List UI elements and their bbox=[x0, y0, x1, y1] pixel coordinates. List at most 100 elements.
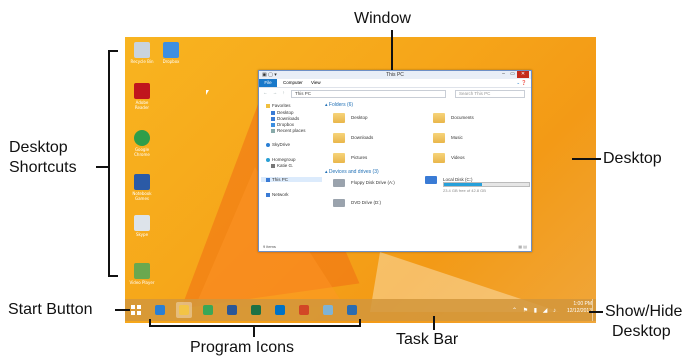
pointer-line bbox=[391, 30, 393, 70]
disk-free-space: 23.4 GB free of 42.8 GB bbox=[443, 188, 486, 193]
desktop-shortcut-recycle-bin[interactable]: Recycle Bin bbox=[129, 42, 155, 64]
file-explorer-icon bbox=[179, 305, 189, 315]
show-desktop-button[interactable] bbox=[592, 299, 596, 321]
search-input[interactable]: Search This PC bbox=[455, 90, 525, 98]
network-icon bbox=[266, 192, 270, 197]
taskbar-program-button[interactable] bbox=[344, 302, 360, 318]
folder-pictures[interactable]: Pictures bbox=[333, 153, 367, 163]
nav-homegroup[interactable]: Homegroup bbox=[266, 157, 296, 162]
folders-section-header[interactable]: ▴ Folders (6) bbox=[325, 102, 353, 108]
outlook-icon bbox=[275, 305, 285, 315]
folder-music[interactable]: Music bbox=[433, 133, 463, 143]
view-toggle-icon[interactable]: ▦ ▤ bbox=[518, 244, 527, 249]
dvd-drive-icon bbox=[333, 199, 345, 207]
label-program-icons: Program Icons bbox=[190, 339, 295, 356]
ribbon-tabs: File Computer View ⌄ ❓ bbox=[259, 79, 531, 88]
folder-icon bbox=[333, 113, 345, 123]
taskbar-program-button[interactable] bbox=[152, 302, 168, 318]
folder-documents[interactable]: Documents bbox=[433, 113, 474, 123]
taskbar-program-button[interactable] bbox=[320, 302, 336, 318]
word-icon bbox=[227, 305, 237, 315]
devices-section-header[interactable]: ▴ Devices and drives (3) bbox=[325, 169, 379, 175]
folder-videos[interactable]: Videos bbox=[433, 153, 465, 163]
taskbar-program-button[interactable] bbox=[200, 302, 216, 318]
address-bar[interactable]: This PC bbox=[291, 90, 446, 98]
help-icon[interactable]: ⌄ ❓ bbox=[516, 80, 527, 86]
bracket-line bbox=[108, 275, 118, 277]
file-explorer-window[interactable]: ▣ ▢ ▾ This PC – ▭ ✕ File Computer View ⌄… bbox=[258, 70, 532, 252]
powerpoint-icon bbox=[299, 305, 309, 315]
pointer-line bbox=[115, 309, 130, 311]
start-button[interactable] bbox=[128, 302, 144, 318]
mouse-cursor-icon bbox=[206, 90, 209, 95]
desktop-shortcut-adobe-reader[interactable]: Adobe Reader bbox=[129, 83, 155, 110]
folder-icon bbox=[433, 133, 445, 143]
drive-dvd[interactable]: DVD Drive (D:) bbox=[333, 199, 381, 207]
folder-icon bbox=[433, 153, 445, 163]
user-icon bbox=[271, 163, 275, 168]
dropbox-icon bbox=[163, 42, 179, 58]
lync-icon bbox=[347, 305, 357, 315]
label-show-hide-line2: Desktop bbox=[612, 323, 671, 340]
tray-icons[interactable]: ⌃ ⚑ ▮ ◢ ♪ bbox=[512, 307, 558, 314]
cloud-icon bbox=[266, 142, 270, 147]
nav-user[interactable]: Katie G. bbox=[271, 163, 293, 168]
bracket-line bbox=[149, 319, 151, 327]
nav-downloads[interactable]: Downloads bbox=[271, 116, 299, 121]
chrome-icon bbox=[134, 130, 150, 146]
label-desktop-shortcuts-line2: Shortcuts bbox=[9, 159, 77, 176]
label-show-hide-line1: Show/Hide bbox=[605, 303, 683, 320]
internet-explorer-icon bbox=[155, 305, 165, 315]
label-window: Window bbox=[354, 10, 411, 27]
folder-icon bbox=[333, 133, 345, 143]
close-button[interactable]: ✕ bbox=[517, 71, 529, 78]
taskbar-program-button[interactable] bbox=[248, 302, 264, 318]
photo-icon bbox=[323, 305, 333, 315]
folder-desktop[interactable]: Desktop bbox=[333, 113, 368, 123]
label-desktop: Desktop bbox=[603, 150, 662, 167]
nav-this-pc[interactable]: This PC bbox=[261, 177, 322, 182]
recycle-bin-icon bbox=[134, 42, 150, 58]
nav-network[interactable]: Network bbox=[266, 192, 289, 197]
status-bar: 9 items ▦ ▤ bbox=[263, 244, 527, 249]
nav-favorites[interactable]: Favorites bbox=[266, 103, 291, 108]
taskbar[interactable]: ⌃ ⚑ ▮ ◢ ♪ 1:00 PM 12/12/2013 bbox=[125, 299, 596, 321]
drive-floppy[interactable]: Floppy Disk Drive (A:) bbox=[333, 179, 395, 187]
window-titlebar[interactable]: ▣ ▢ ▾ This PC – ▭ ✕ bbox=[259, 71, 531, 79]
desktop-shortcut-video-player[interactable]: Video Player bbox=[129, 263, 155, 285]
folder-icon bbox=[433, 113, 445, 123]
bracket-line bbox=[359, 319, 361, 327]
dropbox-icon bbox=[271, 122, 275, 127]
star-icon bbox=[266, 103, 270, 108]
maximize-button[interactable]: ▭ bbox=[508, 71, 517, 78]
hard-drive-icon bbox=[425, 176, 437, 184]
tab-view[interactable]: View bbox=[311, 80, 321, 85]
nav-dropbox[interactable]: Dropbox bbox=[271, 122, 294, 127]
desktop-shortcut-chrome[interactable]: Google Chrome bbox=[129, 130, 155, 157]
taskbar-program-button[interactable] bbox=[296, 302, 312, 318]
pointer-line bbox=[572, 158, 601, 160]
bracket-line bbox=[108, 50, 118, 52]
tab-file[interactable]: File bbox=[259, 79, 277, 87]
desktop-shortcut-dropbox[interactable]: Dropbox bbox=[158, 42, 184, 64]
floppy-drive-icon bbox=[333, 179, 345, 187]
navigation-pane: Favorites Desktop Downloads Dropbox Rece… bbox=[259, 99, 322, 240]
taskbar-program-button[interactable] bbox=[272, 302, 288, 318]
minimize-button[interactable]: – bbox=[499, 71, 508, 78]
folder-downloads[interactable]: Downloads bbox=[333, 133, 373, 143]
tab-computer[interactable]: Computer bbox=[283, 80, 303, 85]
desktop-shortcut-skype[interactable]: Skype bbox=[129, 215, 155, 237]
desktop-shortcut-games[interactable]: Notebook Games bbox=[129, 174, 155, 201]
taskbar-program-button[interactable] bbox=[224, 302, 240, 318]
label-desktop-shortcuts-line1: Desktop bbox=[9, 139, 68, 156]
taskbar-program-button[interactable] bbox=[176, 302, 192, 318]
nav-recent-places[interactable]: Recent places bbox=[271, 128, 306, 133]
nav-desktop[interactable]: Desktop bbox=[271, 110, 294, 115]
nav-skydrive[interactable]: SkyDrive bbox=[266, 142, 290, 147]
skype-icon bbox=[134, 215, 150, 231]
games-icon bbox=[134, 174, 150, 190]
address-text: This PC bbox=[295, 91, 312, 96]
back-forward-icon[interactable]: ← → ↑ bbox=[263, 90, 287, 95]
desktop[interactable]: Recycle Bin Dropbox Adobe Reader Google … bbox=[125, 37, 596, 323]
bracket-line bbox=[108, 50, 110, 277]
